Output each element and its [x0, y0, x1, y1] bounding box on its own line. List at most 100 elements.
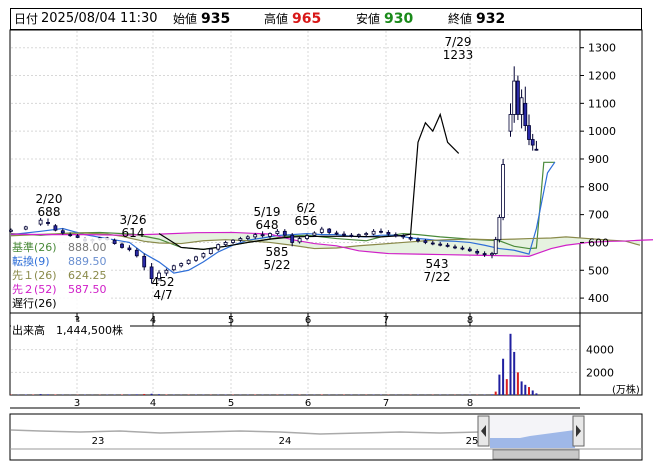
candle-body-68: [512, 80, 517, 115]
annotation-5-line1: 6/2: [296, 201, 315, 215]
volume-bar-17: [135, 394, 138, 395]
candle-body-59: [460, 247, 465, 250]
volume-bar-20: [158, 394, 160, 395]
candle-body-73: [530, 139, 535, 146]
volume-bar-67: [498, 374, 501, 395]
vol-tick-label-2000: 2000: [586, 366, 614, 379]
candle-body-74: [534, 148, 539, 151]
x-tick-label-6: 6: [305, 315, 311, 326]
candle-body-39: [312, 232, 317, 236]
legend-chikou-label: 遅行(26): [12, 297, 57, 310]
x-tick-label-7: 7: [383, 315, 389, 326]
x-tick-label-8: 8: [467, 315, 473, 326]
annotation-1-line1: 3/26: [120, 213, 147, 227]
candle-body-22: [186, 259, 191, 264]
legend-senkou1-value: 624.25: [68, 269, 107, 282]
candle-body-58: [453, 246, 457, 249]
legend-kijun-label: 基準(26): [12, 240, 57, 254]
annotation-6-line1: 543: [426, 257, 449, 271]
y-tick-label-1100: 1100: [588, 97, 616, 110]
volume-bar-73: [520, 381, 523, 395]
candle-body-1: [23, 226, 28, 230]
vol-x-tick-label-3: 3: [74, 398, 80, 409]
candle-body-14: [127, 247, 132, 251]
candle-body-7: [75, 235, 80, 238]
y-tick-label-600: 600: [588, 236, 609, 249]
candle-body-43: [342, 233, 346, 236]
y-tick-label-1200: 1200: [588, 70, 616, 83]
volume-bar-70: [509, 333, 512, 395]
overview-scrollbar-thumb[interactable]: [492, 449, 580, 460]
candle-body-37: [297, 238, 302, 243]
candle-body-72: [527, 125, 531, 140]
y-tick-label-900: 900: [588, 153, 609, 166]
annotation-2-line1: 452: [152, 275, 175, 289]
legend-senkou1-label: 先１(26): [12, 269, 57, 282]
vol-tick-label-4000: 4000: [586, 344, 614, 357]
candle-body-36: [290, 234, 295, 243]
candle-body-42: [334, 232, 339, 235]
candle-body-4: [53, 225, 58, 231]
candle-body-65: [497, 217, 502, 241]
indicator-legend: 基準(26) 888.00 転換(9) 889.50 先１(26) 624.25…: [11, 238, 111, 312]
legend-tenkan-value: 889.50: [68, 255, 107, 268]
candle-body-3: [46, 222, 50, 224]
annotation-2-line2: 4/7: [153, 288, 172, 302]
y-tick-label-800: 800: [588, 181, 609, 194]
annotation-0-line1: 2/20: [36, 192, 63, 206]
candle-body-2: [38, 219, 43, 225]
candle-body-5: [60, 230, 65, 234]
annotation-4-line1: 585: [266, 245, 289, 259]
legend-senkou2-label: 先２(52): [12, 283, 57, 296]
candle-body-23: [194, 256, 198, 261]
annotation-5-line2: 656: [295, 214, 318, 228]
chart-canvas: 2/206883/266144524/75/196485855/226/2656…: [9, 29, 653, 461]
volume-bar-72: [516, 372, 519, 395]
candle-body-12: [112, 239, 117, 244]
legend-senkou2-value: 587.50: [68, 283, 107, 296]
x-tick-label-5: 5: [228, 315, 234, 326]
volume-bar-19: [150, 393, 153, 395]
volume-unit: (万株): [612, 383, 640, 396]
candle-body-71: [523, 102, 528, 126]
candle-body-40: [319, 228, 324, 233]
volume-bar-77: [535, 393, 538, 395]
candle-body-20: [171, 265, 176, 271]
annotation-4-line2: 5/22: [264, 258, 291, 272]
candle-body-15: [134, 249, 139, 257]
annotation-0-line2: 688: [38, 205, 61, 219]
candle-body-63: [490, 253, 494, 256]
volume-bar-68: [502, 358, 505, 395]
chart-widget: 日付 2025/08/04 11:30 始値 935 高値 965 安値 930…: [0, 0, 653, 470]
candle-body-35: [282, 230, 287, 236]
candle-body-16: [142, 255, 147, 268]
vol-x-tick-label-8: 8: [467, 398, 473, 409]
volume-bar-4: [39, 394, 42, 395]
y-tick-label-1000: 1000: [588, 125, 616, 138]
candle-body-32: [260, 234, 265, 237]
candle-body-57: [445, 244, 450, 247]
vol-x-tick-label-5: 5: [228, 398, 234, 409]
volume-header: 出来高 1,444,500株: [12, 323, 123, 337]
candle-body-0: [9, 229, 13, 232]
volume-bar-38: [291, 394, 294, 395]
volume-bar-16: [128, 394, 131, 395]
candle-body-30: [245, 236, 250, 239]
y-tick-label-500: 500: [588, 264, 609, 277]
candle-body-27: [223, 242, 228, 246]
annotation-3-line1: 5/19: [254, 205, 281, 219]
candle-body-21: [179, 263, 184, 267]
annotation-1-line2: 614: [122, 226, 145, 240]
annotation-3-line2: 648: [256, 218, 279, 232]
candle-body-60: [467, 248, 472, 252]
candle-body-54: [423, 240, 428, 243]
vol-x-tick-label-6: 6: [305, 398, 311, 409]
annotation-7-line1: 7/29: [445, 35, 472, 49]
overview-navigator: 23 24 25: [9, 413, 643, 461]
candle-body-55: [430, 242, 435, 245]
candle-body-62: [482, 253, 487, 256]
volume-bar-65: [491, 394, 493, 395]
y-tick-label-1300: 1300: [588, 42, 616, 55]
candle-body-46: [364, 233, 369, 236]
volume-bar-74: [524, 384, 527, 395]
